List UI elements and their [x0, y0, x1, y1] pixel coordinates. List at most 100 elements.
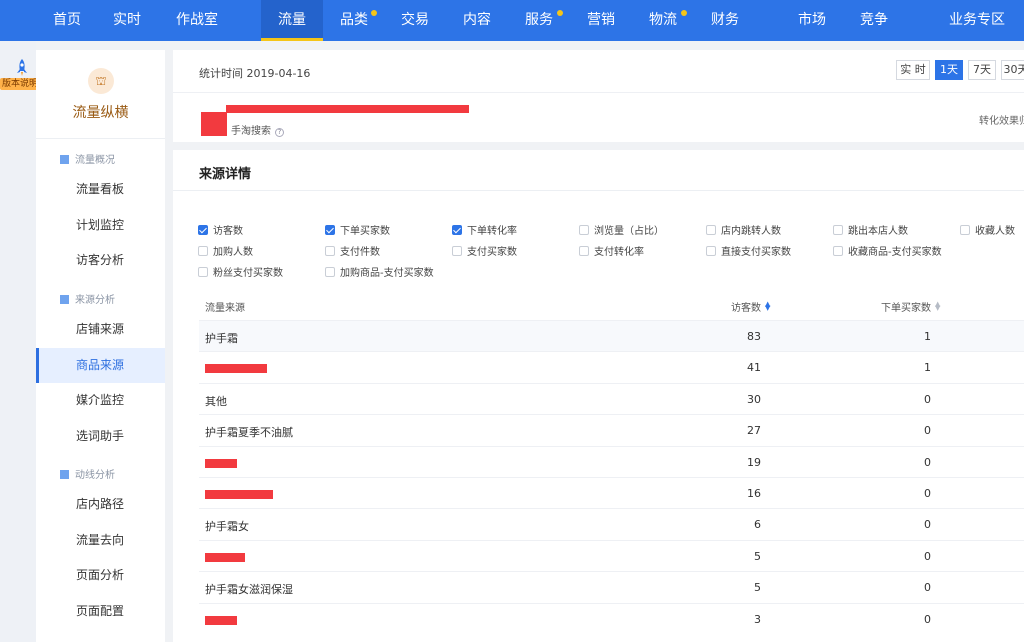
nav-marketing[interactable]: 营销: [578, 0, 624, 41]
cell-order-buyers: 0: [924, 518, 931, 532]
group-icon: [60, 295, 69, 304]
table-row[interactable]: 30: [199, 602, 1024, 634]
sidebar-item-store-path[interactable]: 店内路径: [36, 487, 165, 522]
metric-checkbox-order-conversion[interactable]: 下单转化率: [452, 222, 517, 237]
column-header-order-buyers[interactable]: 下单买家数 ▲ ▼: [881, 299, 940, 315]
cell-order-buyers: 0: [924, 549, 931, 563]
metric-checkbox-fan-paid-buyers[interactable]: 粉丝支付买家数: [198, 264, 283, 279]
nav-finance[interactable]: 财务: [702, 0, 748, 41]
checkbox-box[interactable]: [833, 246, 843, 256]
sidebar-group-label: 流量概况: [75, 155, 115, 166]
sidebar-item-page-config[interactable]: 页面配置: [36, 594, 165, 629]
range-realtime-button[interactable]: 实 时: [896, 60, 930, 80]
table-row[interactable]: 护手霜 83 1: [199, 320, 1024, 351]
checkbox-box[interactable]: [198, 225, 208, 235]
table-row[interactable]: 50: [199, 539, 1024, 571]
top-nav: 首页 实时 作战室 流量 品类 交易 内容 服务 营销 物流 财务 市场 竞争 …: [0, 0, 1024, 41]
column-header-source: 流量来源: [205, 303, 245, 314]
nav-trade[interactable]: 交易: [392, 0, 438, 41]
table-row[interactable]: 护手霜女 6 0: [199, 508, 1024, 539]
cell-visitors: 6: [754, 518, 761, 532]
checkbox-box[interactable]: [579, 225, 589, 235]
checkbox-box[interactable]: [325, 246, 335, 256]
range-1day-button[interactable]: 1天: [935, 60, 963, 80]
nav-war-room[interactable]: 作战室: [166, 0, 228, 41]
sidebar-item-product-source[interactable]: 商品来源: [36, 348, 165, 383]
stat-time: 统计时间 2019-04-16: [199, 67, 311, 80]
redacted-source: [205, 552, 245, 562]
nav-competition[interactable]: 竞争: [851, 0, 897, 41]
help-icon[interactable]: ?: [275, 128, 284, 137]
metric-checkbox-direct-paid-buyers[interactable]: 直接支付买家数: [706, 243, 791, 258]
metric-checkbox-store-jumps[interactable]: 店内跳转人数: [706, 222, 781, 237]
cell-order-buyers: 0: [924, 487, 931, 500]
metric-label: 下单转化率: [467, 226, 517, 237]
cell-visitors: 5: [754, 581, 761, 595]
nav-category[interactable]: 品类: [333, 0, 375, 41]
sidebar-item-traffic-destination[interactable]: 流量去向: [36, 523, 165, 558]
metric-label: 访客数: [213, 226, 243, 237]
left-strip: [0, 41, 36, 642]
nav-content[interactable]: 内容: [454, 0, 500, 41]
range-30day-button[interactable]: 30天: [1001, 60, 1024, 80]
metric-checkbox-order-buyers[interactable]: 下单买家数: [325, 222, 390, 237]
redacted-source: [205, 615, 237, 625]
checkbox-box[interactable]: [706, 246, 716, 256]
table-row[interactable]: 41 1: [199, 351, 1024, 382]
table-row[interactable]: 19 0: [199, 445, 1024, 477]
version-notes-button[interactable]: 版本说明: [0, 78, 40, 90]
nav-logistics[interactable]: 物流: [640, 0, 686, 41]
table-row[interactable]: 其他 30 0: [199, 382, 1024, 414]
metric-checkbox-paid-items[interactable]: 支付件数: [325, 243, 380, 258]
checkbox-box[interactable]: [452, 225, 462, 235]
checkbox-box[interactable]: [325, 267, 335, 277]
metric-checkbox-bounces[interactable]: 跳出本店人数: [833, 222, 908, 237]
metric-label: 直接支付买家数: [721, 247, 791, 258]
nav-category-badge: [371, 10, 377, 16]
sidebar-item-plan-monitor[interactable]: 计划监控: [36, 208, 165, 243]
column-header-label: 下单买家数: [881, 303, 931, 314]
table-row[interactable]: 护手霜夏季不油腻 27 0: [199, 414, 1024, 445]
sidebar-item-visitor-analysis[interactable]: 访客分析: [36, 243, 165, 278]
table-row[interactable]: 护手霜女滋润保湿 5 0: [199, 571, 1024, 602]
redacted-source: [205, 490, 273, 499]
cell-source: 护手霜女: [205, 520, 249, 534]
metric-checkbox-fav-paid-buyers[interactable]: 收藏商品-支付买家数: [833, 243, 942, 258]
nav-home[interactable]: 首页: [40, 0, 94, 41]
column-header-visitors[interactable]: 访客数 ▲ ▼: [731, 299, 770, 315]
table-row[interactable]: 16 0: [199, 477, 1024, 508]
product-source-label: 手淘搜索?: [231, 122, 284, 137]
nav-market[interactable]: 市场: [789, 0, 835, 41]
checkbox-box[interactable]: [325, 225, 335, 235]
metric-label: 收藏人数: [975, 226, 1015, 237]
metric-checkbox-paid-conversion[interactable]: 支付转化率: [579, 243, 644, 258]
checkbox-box[interactable]: [452, 246, 462, 256]
checkbox-box[interactable]: [960, 225, 970, 235]
checkbox-box[interactable]: [579, 246, 589, 256]
checkbox-box[interactable]: [833, 225, 843, 235]
metric-checkbox-favorites[interactable]: 收藏人数: [960, 222, 1015, 237]
range-7day-button[interactable]: 7天: [968, 60, 996, 80]
metric-checkbox-cart-paid-buyers[interactable]: 加购商品-支付买家数: [325, 264, 434, 279]
sidebar-item-keyword-assistant[interactable]: 选词助手: [36, 419, 165, 454]
sidebar-item-traffic-board[interactable]: 流量看板: [36, 172, 165, 207]
checkbox-box[interactable]: [198, 267, 208, 277]
nav-realtime[interactable]: 实时: [103, 0, 151, 41]
nav-business-zone[interactable]: 业务专区: [940, 0, 1014, 41]
metric-checkbox-paid-buyers[interactable]: 支付买家数: [452, 243, 517, 258]
sort-icon[interactable]: ▲ ▼: [935, 301, 940, 312]
cell-order-buyers: 1: [924, 330, 931, 343]
metric-checkbox-add-cart[interactable]: 加购人数: [198, 243, 253, 258]
nav-service[interactable]: 服务: [516, 0, 562, 41]
sidebar-item-media-monitor[interactable]: 媒介监控: [36, 383, 165, 418]
sort-icon[interactable]: ▲ ▼: [765, 301, 770, 312]
sidebar-item-page-analysis[interactable]: 页面分析: [36, 558, 165, 593]
nav-traffic[interactable]: 流量: [261, 0, 323, 41]
checkbox-box[interactable]: [198, 246, 208, 256]
sidebar-group-overview: 流量概况: [60, 151, 115, 166]
metric-checkbox-visitors[interactable]: 访客数: [198, 222, 243, 237]
rocket-icon[interactable]: [14, 58, 30, 78]
metric-checkbox-pageviews[interactable]: 浏览量（占比）: [579, 222, 664, 237]
checkbox-box[interactable]: [706, 225, 716, 235]
sidebar-item-shop-source[interactable]: 店铺来源: [36, 312, 165, 347]
